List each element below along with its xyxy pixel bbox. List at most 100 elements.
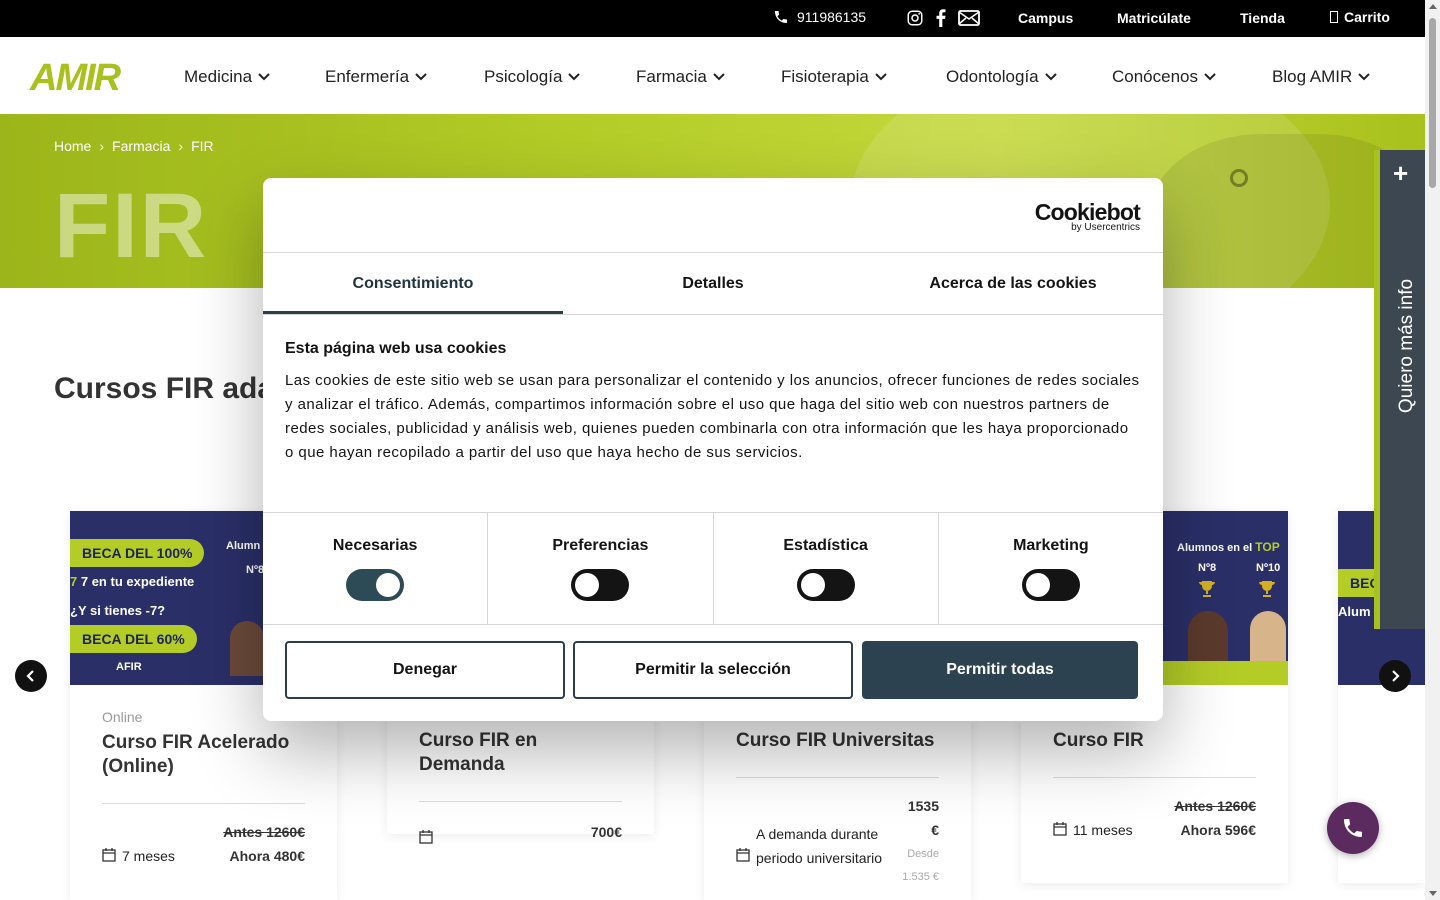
deny-button[interactable]: Denegar — [285, 641, 565, 699]
category-label: Marketing — [1013, 537, 1089, 554]
nav-label: Conócenos — [1112, 67, 1199, 86]
cookie-heading: Esta página web usa cookies — [285, 340, 507, 357]
student-photo — [1250, 611, 1286, 661]
category-label: Necesarias — [332, 537, 418, 554]
category-statistics: Estadística — [714, 513, 939, 624]
plus-icon: + — [1393, 158, 1409, 188]
image-text: AFIR — [116, 661, 142, 673]
current-price: 1535 — [907, 798, 939, 814]
nav-farmacia[interactable]: Farmacia — [636, 67, 725, 87]
nav-label: Fisioterapia — [781, 67, 869, 86]
more-info-label: Quiero más info — [1396, 278, 1417, 414]
cart-link[interactable]: Carrito — [1330, 9, 1390, 25]
image-text: Nº10 — [1256, 562, 1281, 574]
statistics-toggle[interactable] — [796, 569, 855, 601]
scroll-thumb[interactable] — [1429, 18, 1436, 188]
course-title: Curso FIR Acelerado (Online) — [102, 732, 290, 777]
phone-icon — [1344, 819, 1362, 837]
more-info-tab[interactable]: + Quiero más info — [1374, 150, 1425, 629]
carousel-next-button[interactable] — [1379, 660, 1411, 692]
hero-decoration — [1230, 169, 1248, 187]
course-duration: 7 meses — [122, 848, 175, 864]
chevron-right-icon — [1392, 670, 1400, 682]
trophy-icon — [1259, 581, 1275, 597]
instagram-icon[interactable] — [906, 9, 924, 27]
call-button[interactable] — [1327, 802, 1379, 854]
nav-enfermeria[interactable]: Enfermería — [325, 67, 427, 87]
chevron-down-icon — [568, 73, 581, 81]
tab-consent[interactable]: Consentimiento — [263, 253, 563, 314]
brand-name: Cookiebot — [1034, 199, 1141, 225]
image-text: BECA DEL 60% — [70, 625, 197, 653]
phone-number: 911986135 — [797, 9, 867, 25]
breadcrumb-farmacia[interactable]: Farmacia — [112, 138, 170, 154]
trophy-icon — [1199, 581, 1215, 597]
facebook-icon[interactable] — [936, 9, 946, 27]
phone-link[interactable]: 911986135 — [773, 9, 866, 25]
course-duration: 11 meses — [1073, 822, 1133, 838]
breadcrumb-current: FIR — [191, 138, 214, 154]
allow-selection-button[interactable]: Permitir la selección — [573, 641, 853, 699]
nav-label: Psicología — [484, 67, 563, 86]
current-price: Ahora 596€ — [1180, 822, 1256, 838]
image-text: Alum — [1338, 604, 1371, 619]
image-text: Nº8 — [1198, 562, 1217, 574]
nav-conocenos[interactable]: Conócenos — [1112, 67, 1216, 87]
calendar-icon — [102, 848, 116, 862]
necessary-toggle[interactable] — [346, 569, 405, 601]
nav-psicologia[interactable]: Psicología — [484, 67, 581, 87]
nav-label: Blog AMIR — [1272, 67, 1353, 86]
campus-link[interactable]: Campus — [1018, 10, 1073, 26]
divider — [263, 314, 1163, 315]
category-preferences: Preferencias — [488, 513, 714, 624]
section-title: Cursos FIR ada — [54, 372, 275, 405]
course-duration: A demanda durante periodo universitario — [756, 826, 883, 866]
carousel-prev-button[interactable] — [15, 660, 47, 692]
phone-icon — [775, 11, 787, 23]
nav-label: Farmacia — [636, 67, 707, 86]
page-scrollbar[interactable] — [1425, 0, 1440, 900]
cart-icon — [1330, 11, 1338, 23]
scroll-down-arrow[interactable] — [1429, 891, 1437, 896]
social-links — [906, 9, 980, 27]
nav-medicina[interactable]: Medicina — [184, 67, 270, 87]
mail-icon[interactable] — [958, 10, 980, 26]
chevron-down-icon — [713, 73, 725, 81]
nav-blog[interactable]: Blog AMIR — [1272, 67, 1371, 87]
shop-link[interactable]: Tienda — [1240, 10, 1285, 26]
amir-logo[interactable]: AMIR — [30, 57, 121, 100]
nav-fisioterapia[interactable]: Fisioterapia — [781, 67, 887, 87]
breadcrumb-home[interactable]: Home — [54, 138, 91, 154]
enroll-link[interactable]: Matricúlate — [1117, 10, 1191, 26]
student-photo — [1188, 611, 1228, 661]
allow-all-button[interactable]: Permitir todas — [862, 641, 1138, 699]
image-text: BECA DEL 100% — [70, 539, 205, 567]
image-text: Alumn — [226, 540, 261, 552]
chevron-down-icon — [258, 73, 270, 81]
tab-details[interactable]: Detalles — [563, 253, 863, 314]
page-title: FIR — [54, 175, 209, 277]
calendar-icon — [419, 830, 433, 844]
course-title: Curso FIR — [1053, 730, 1144, 751]
current-price: Ahora 480€ — [229, 848, 305, 864]
category-necessary: Necesarias — [263, 513, 489, 624]
tab-about-cookies[interactable]: Acerca de las cookies — [863, 253, 1163, 314]
old-price: Antes 1260€ — [223, 824, 305, 840]
nav-label: Enfermería — [325, 67, 410, 86]
image-text: 7 7 en tu expediente — [70, 574, 195, 589]
marketing-toggle[interactable] — [1021, 569, 1080, 601]
cart-label: Carrito — [1344, 9, 1390, 25]
student-photo — [230, 621, 264, 676]
chevron-down-icon — [1204, 73, 1216, 81]
nav-label: Odontología — [946, 67, 1039, 86]
course-title: Curso FIR en Demanda — [419, 730, 538, 775]
scroll-up-arrow[interactable] — [1429, 4, 1437, 9]
cookie-categories: Necesarias Preferencias Estadística Mark… — [263, 512, 1163, 625]
preferences-toggle[interactable] — [571, 569, 630, 601]
nav-odontologia[interactable]: Odontología — [946, 67, 1057, 87]
course-title: Curso FIR Universitas — [736, 730, 935, 751]
category-label: Estadística — [783, 537, 868, 554]
chevron-right-icon: › — [99, 138, 105, 154]
cookie-consent-dialog: Cookiebot by Usercentrics Consentimiento… — [263, 178, 1163, 721]
main-header: AMIR Medicina Enfermería Psicología Farm… — [0, 37, 1425, 114]
